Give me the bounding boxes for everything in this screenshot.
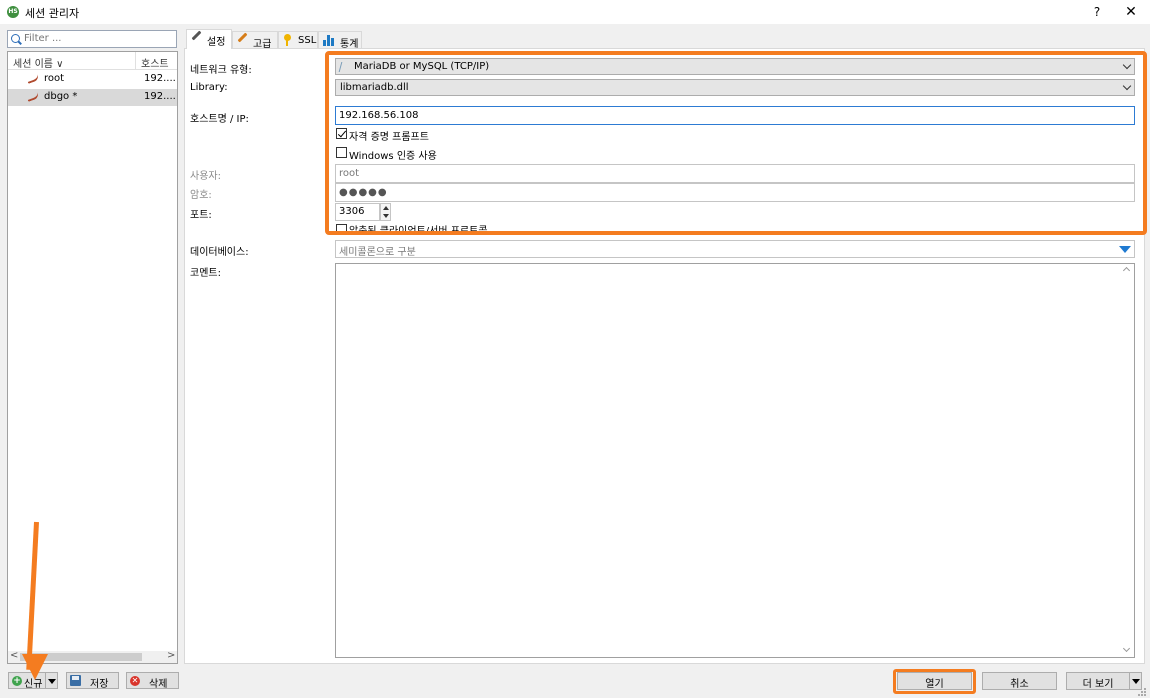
- user-input[interactable]: root: [335, 164, 1135, 183]
- stepper-down-icon[interactable]: [383, 214, 389, 218]
- delete-button-label: 삭제: [149, 679, 168, 690]
- library-value: libmariadb.dll: [340, 82, 409, 93]
- user-value: root: [339, 168, 360, 179]
- title-bar: HS 세션 관리자 ? ✕: [0, 0, 1150, 24]
- bar-chart-icon: [323, 35, 335, 46]
- port-value: 3306: [339, 206, 365, 217]
- chevron-down-icon: [1122, 81, 1132, 91]
- column-separator[interactable]: [135, 52, 136, 70]
- save-button[interactable]: 저장: [66, 672, 119, 690]
- chevron-down-icon: [1122, 60, 1132, 70]
- plus-icon: +: [12, 676, 22, 686]
- cancel-button-label: 취소: [1010, 679, 1029, 690]
- filter-input[interactable]: Filter ...: [7, 30, 177, 48]
- database-placeholder: 세미콜론으로 구분: [339, 247, 416, 258]
- session-item-dbgo[interactable]: dbgo * 192....: [8, 89, 177, 106]
- help-button[interactable]: ?: [1088, 3, 1106, 21]
- open-button[interactable]: 열기: [897, 672, 972, 690]
- scroll-right-icon[interactable]: >: [167, 650, 175, 661]
- dropdown-arrow-icon[interactable]: [1119, 246, 1131, 253]
- close-button[interactable]: ✕: [1122, 3, 1140, 21]
- session-name: dbgo *: [44, 91, 78, 102]
- floppy-disk-icon: [70, 675, 81, 686]
- open-button-label: 열기: [925, 679, 944, 690]
- search-icon: [11, 34, 20, 43]
- compressed-protocol-label[interactable]: 압축된 클라이언트/서버 프로토콜: [349, 222, 488, 237]
- tab-advanced[interactable]: 고급: [232, 31, 278, 50]
- tab-label: SSL: [298, 35, 317, 46]
- app-icon: HS: [7, 6, 19, 18]
- windows-auth-label[interactable]: Windows 인증 사용: [349, 147, 437, 162]
- cancel-button[interactable]: 취소: [982, 672, 1057, 690]
- scroll-up-icon[interactable]: [1122, 266, 1131, 275]
- mysql-dolphin-icon: [26, 74, 40, 84]
- comment-vscrollbar[interactable]: [1122, 264, 1134, 657]
- session-host: 192....: [144, 91, 176, 102]
- mariadb-icon: [338, 62, 349, 72]
- key-icon: [284, 34, 291, 46]
- prompt-credentials-checkbox[interactable]: [336, 128, 347, 139]
- windows-auth-checkbox[interactable]: [336, 147, 347, 158]
- scroll-left-icon[interactable]: <: [10, 650, 18, 661]
- host-label: 호스트명 / IP:: [190, 114, 249, 125]
- annotation-arrowhead: [22, 654, 48, 680]
- port-label: 포트:: [190, 210, 212, 221]
- wrench-icon: [191, 30, 202, 41]
- resize-grip-icon[interactable]: [1138, 688, 1147, 697]
- library-label: Library:: [190, 82, 228, 93]
- password-value: ●●●●●: [339, 187, 388, 198]
- host-input[interactable]: 192.168.56.108: [335, 106, 1135, 125]
- wrench-icon: [237, 32, 248, 43]
- network-type-value: MariaDB or MySQL (TCP/IP): [354, 61, 490, 72]
- column-header-host[interactable]: 호스트: [141, 55, 169, 70]
- scroll-down-icon[interactable]: [1122, 644, 1131, 653]
- compressed-protocol-checkbox[interactable]: [336, 224, 347, 235]
- comment-textarea[interactable]: [335, 263, 1135, 658]
- delete-icon: ✕: [130, 676, 140, 686]
- session-host: 192....: [144, 73, 176, 84]
- user-label: 사용자:: [190, 171, 221, 182]
- session-item-root[interactable]: root 192....: [8, 71, 177, 88]
- tab-ssl[interactable]: SSL: [278, 31, 318, 48]
- delete-button[interactable]: ✕ 삭제: [126, 672, 179, 690]
- save-button-label: 저장: [90, 679, 109, 690]
- database-label: 데이터베이스:: [190, 247, 249, 258]
- port-stepper[interactable]: [380, 203, 391, 221]
- more-button-label: 더 보기: [1082, 679, 1114, 690]
- network-type-select[interactable]: MariaDB or MySQL (TCP/IP): [335, 58, 1135, 75]
- mysql-dolphin-icon: [26, 92, 40, 102]
- session-name: root: [44, 73, 65, 84]
- library-select[interactable]: libmariadb.dll: [335, 79, 1135, 96]
- more-button[interactable]: 더 보기: [1066, 672, 1130, 690]
- tab-statistics[interactable]: 통계: [318, 31, 362, 50]
- tab-label: 설정: [207, 37, 226, 48]
- tab-settings[interactable]: 설정: [186, 29, 232, 49]
- host-value: 192.168.56.108: [339, 110, 419, 121]
- network-type-label: 네트워크 유형:: [190, 65, 252, 76]
- prompt-credentials-label[interactable]: 자격 증명 프롬프트: [349, 128, 429, 143]
- password-input[interactable]: ●●●●●: [335, 183, 1135, 202]
- password-label: 암호:: [190, 190, 212, 201]
- filter-placeholder: Filter ...: [24, 33, 62, 44]
- port-input[interactable]: 3306: [335, 203, 380, 221]
- comment-label: 코멘트:: [190, 268, 221, 279]
- session-tree-header: 세션 이름 ∨ 호스트: [8, 52, 177, 70]
- database-input[interactable]: 세미콜론으로 구분: [335, 240, 1135, 258]
- stepper-up-icon[interactable]: [383, 206, 389, 210]
- column-header-session-name[interactable]: 세션 이름 ∨: [13, 55, 63, 70]
- window-title: 세션 관리자: [25, 7, 80, 20]
